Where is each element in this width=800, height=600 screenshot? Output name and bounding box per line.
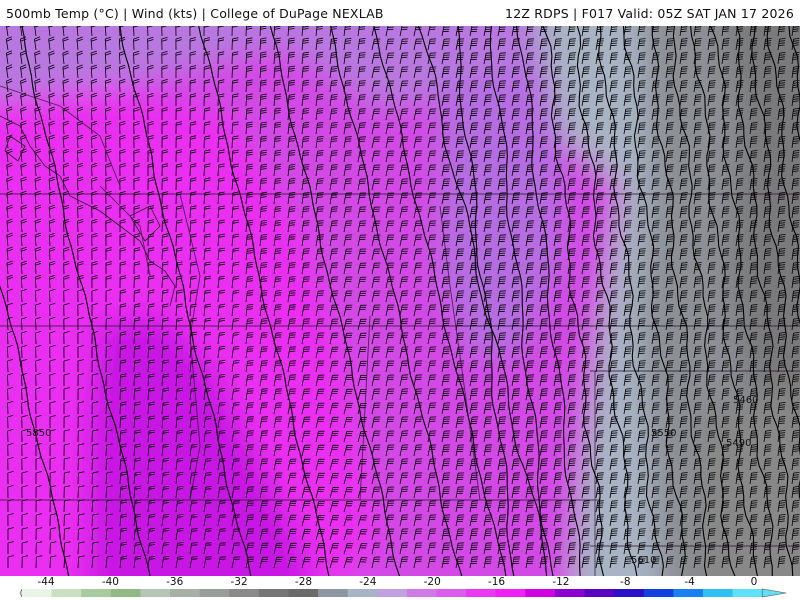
colorbar-segment (732, 589, 763, 597)
colorbar-segment (199, 589, 230, 597)
colorbar-segment (318, 589, 349, 597)
colorbar-tick-label: -12 (552, 576, 569, 588)
colorbar-tick-label: -44 (37, 576, 54, 588)
colorbar-segment (673, 589, 704, 597)
colorbar-tick-label: -36 (166, 576, 183, 588)
colorbar-segment (525, 589, 556, 597)
colorbar-segment (584, 589, 615, 597)
colorbar-segment (436, 589, 467, 597)
colorbar-segment (554, 589, 585, 597)
colorbar-tick-label: -4 (684, 576, 695, 588)
contour-label-5460: 5460 (733, 395, 758, 406)
colorbar-tick-label: -40 (102, 576, 119, 588)
colorbar-segment (377, 589, 408, 597)
colorbar-segment (406, 589, 437, 597)
colorbar-segment (614, 589, 645, 597)
weather-map[interactable]: 5850 5550 5460 5490 5610 (0, 26, 800, 576)
colorbar-tick-label: -20 (424, 576, 441, 588)
colorbar-segment (51, 589, 82, 597)
colorbar-arrow-right (761, 588, 787, 598)
contour-label-5490: 5490 (726, 438, 751, 449)
colorbar-tick-label: -16 (488, 576, 505, 588)
colorbar-segment (229, 589, 260, 597)
colorbar-segment (703, 589, 734, 597)
colorbar-segment (495, 589, 526, 597)
colorbar-segment (258, 589, 289, 597)
map-header: 500mb Temp (°C) | Wind (kts) | College o… (0, 0, 800, 26)
colorbar-arrow-left (19, 588, 23, 598)
contour-label-5850: 5850 (26, 428, 51, 439)
colorbar-segment (643, 589, 674, 597)
temperature-wind-map: 5850 5550 5460 5490 5610 (0, 26, 800, 576)
header-title: 500mb Temp (°C) | Wind (kts) | College o… (6, 5, 384, 21)
colorbar-tick-label: 0 (751, 576, 758, 588)
colorbar-tick-label: -24 (359, 576, 376, 588)
colorbar-tick-label: -8 (620, 576, 630, 588)
colorbar-tick-label: -28 (295, 576, 312, 588)
colorbar-segment (170, 589, 201, 597)
colorbar-segment (466, 589, 497, 597)
colorbar-segment (140, 589, 171, 597)
header-model-run: 12Z RDPS | F017 Valid: 05Z SAT JAN 17 20… (505, 5, 794, 21)
colorbar-segment (81, 589, 112, 597)
colorbar-segment (347, 589, 378, 597)
temperature-colorbar: -44 -40 -36 -32 -28 -24 -20 -16 -12 -8 -4 0 (0, 576, 800, 600)
colorbar-tick-label: -32 (231, 576, 248, 588)
colorbar-segment (110, 589, 141, 597)
colorbar-scale: -44 -40 -36 -32 -28 -24 -20 -16 -12 -8 -4 0 (19, 576, 787, 598)
colorbar-segment (22, 589, 53, 597)
colorbar-segment (288, 589, 319, 597)
contour-label-5550: 5550 (651, 428, 676, 439)
contour-label-5610: 5610 (631, 555, 656, 566)
